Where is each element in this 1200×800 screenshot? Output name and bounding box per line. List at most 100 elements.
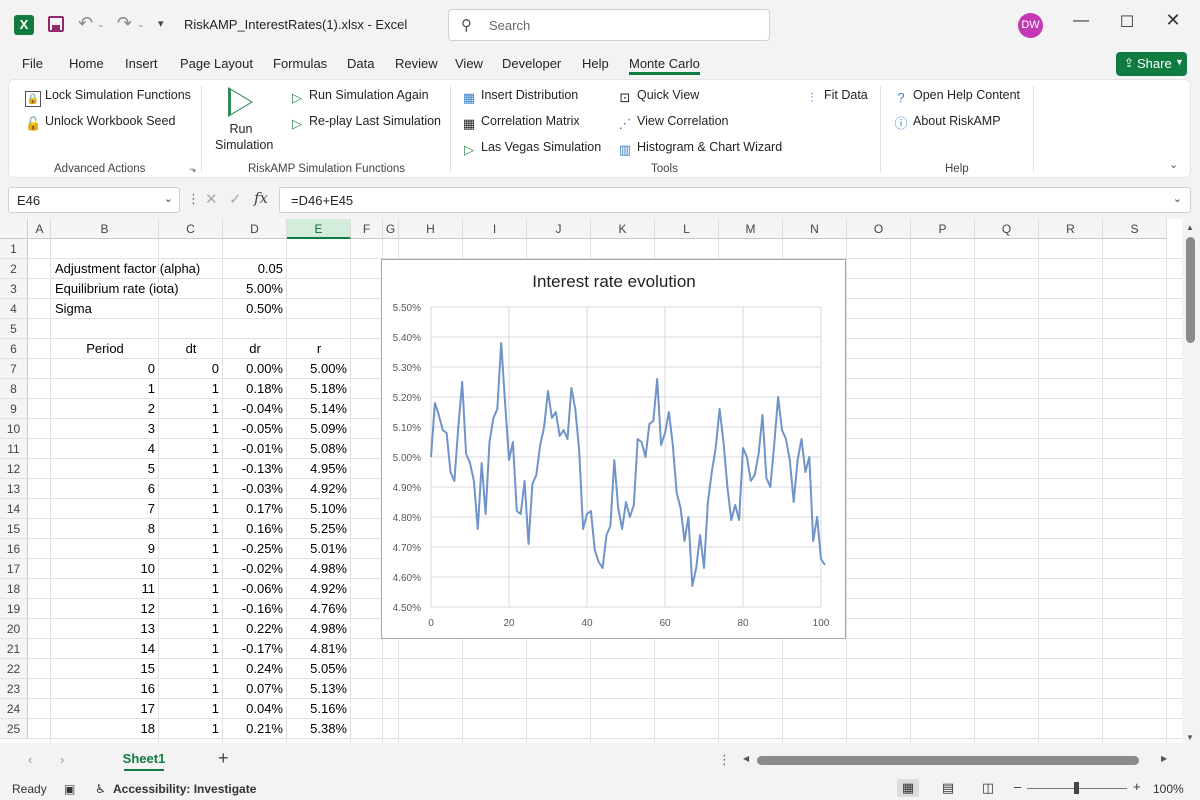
vertical-scrollbar[interactable]: ▲ ▼ bbox=[1182, 219, 1200, 745]
param-value-cell[interactable]: 5.00% bbox=[227, 279, 283, 299]
customize-toolbar-icon[interactable]: ▾ bbox=[158, 17, 164, 30]
table-cell[interactable]: 1 bbox=[163, 719, 219, 739]
table-cell[interactable]: -0.04% bbox=[227, 399, 283, 419]
table-cell[interactable]: 1 bbox=[163, 399, 219, 419]
tab-monte-carlo[interactable]: Monte Carlo bbox=[629, 56, 700, 75]
zoom-in-icon[interactable]: + bbox=[1133, 779, 1141, 794]
fit-data-button[interactable]: ⫶ Fit Data bbox=[804, 88, 867, 106]
table-cell[interactable]: 5.08% bbox=[291, 439, 347, 459]
prev-sheet-icon[interactable]: ‹ bbox=[28, 752, 32, 767]
table-cell[interactable]: 4.95% bbox=[291, 459, 347, 479]
table-cell[interactable]: 16 bbox=[55, 679, 155, 699]
table-cell[interactable]: 0.07% bbox=[227, 679, 283, 699]
table-cell[interactable]: 5.38% bbox=[291, 719, 347, 739]
table-cell[interactable]: -0.25% bbox=[227, 539, 283, 559]
table-cell[interactable]: 4.92% bbox=[291, 479, 347, 499]
row-header-2[interactable]: 2 bbox=[0, 259, 28, 279]
table-cell[interactable]: 1 bbox=[163, 459, 219, 479]
normal-view-icon[interactable]: ▦ bbox=[897, 779, 919, 797]
row-header-11[interactable]: 11 bbox=[0, 439, 28, 459]
row-header-13[interactable]: 13 bbox=[0, 479, 28, 499]
row-header-8[interactable]: 8 bbox=[0, 379, 28, 399]
table-cell[interactable]: 4 bbox=[55, 439, 155, 459]
row-header-17[interactable]: 17 bbox=[0, 559, 28, 579]
table-cell[interactable]: 4.98% bbox=[291, 619, 347, 639]
scroll-left-icon[interactable]: ◀ bbox=[743, 754, 749, 763]
tab-data[interactable]: Data bbox=[347, 56, 374, 71]
accessibility-icon[interactable]: ♿︎ bbox=[95, 782, 106, 796]
table-cell[interactable]: 5.18% bbox=[291, 379, 347, 399]
column-header-a[interactable]: A bbox=[29, 219, 51, 239]
unlock-workbook-seed-button[interactable]: 🔓 Unlock Workbook Seed bbox=[25, 114, 175, 132]
table-cell[interactable]: 0.00% bbox=[227, 359, 283, 379]
table-cell[interactable]: 1 bbox=[163, 519, 219, 539]
table-cell[interactable]: 3 bbox=[55, 419, 155, 439]
table-cell[interactable]: 1 bbox=[163, 579, 219, 599]
column-header-m[interactable]: M bbox=[719, 219, 783, 239]
table-cell[interactable]: 5.25% bbox=[291, 519, 347, 539]
name-box[interactable]: E46 ⌄ bbox=[8, 187, 180, 213]
table-cell[interactable]: 5.05% bbox=[291, 659, 347, 679]
save-icon[interactable] bbox=[48, 16, 64, 32]
table-cell[interactable]: 7 bbox=[55, 499, 155, 519]
table-cell[interactable]: 4.81% bbox=[291, 639, 347, 659]
table-cell[interactable]: 0.22% bbox=[227, 619, 283, 639]
table-cell[interactable]: 4.76% bbox=[291, 599, 347, 619]
table-cell[interactable]: 1 bbox=[163, 379, 219, 399]
close-icon[interactable]: ✕ bbox=[1150, 10, 1196, 31]
table-cell[interactable]: -0.05% bbox=[227, 419, 283, 439]
page-break-view-icon[interactable]: ◫ bbox=[977, 779, 999, 797]
las-vegas-simulation-button[interactable]: ▷ Las Vegas Simulation bbox=[461, 140, 601, 158]
table-cell[interactable]: 5.16% bbox=[291, 699, 347, 719]
table-cell[interactable]: 13 bbox=[55, 619, 155, 639]
column-header-f[interactable]: F bbox=[351, 219, 383, 239]
table-cell[interactable]: 2 bbox=[55, 399, 155, 419]
table-cell[interactable]: 1 bbox=[163, 699, 219, 719]
table-cell[interactable]: 5 bbox=[55, 459, 155, 479]
add-sheet-button[interactable]: + bbox=[218, 748, 229, 769]
row-header-20[interactable]: 20 bbox=[0, 619, 28, 639]
table-cell[interactable]: 5.00% bbox=[291, 359, 347, 379]
row-header-4[interactable]: 4 bbox=[0, 299, 28, 319]
enter-icon[interactable]: ✓ bbox=[229, 190, 242, 208]
table-cell[interactable]: 4.92% bbox=[291, 579, 347, 599]
table-cell[interactable]: 0.16% bbox=[227, 519, 283, 539]
table-cell[interactable]: 1 bbox=[163, 559, 219, 579]
table-cell[interactable]: 0.24% bbox=[227, 659, 283, 679]
open-help-content-button[interactable]: ? Open Help Content bbox=[893, 88, 1020, 106]
insert-distribution-button[interactable]: ▦ Insert Distribution bbox=[461, 88, 578, 106]
table-cell[interactable]: -0.17% bbox=[227, 639, 283, 659]
row-header-5[interactable]: 5 bbox=[0, 319, 28, 339]
table-cell[interactable]: 5.13% bbox=[291, 679, 347, 699]
worksheet-grid[interactable]: ABCDEFGHIJKLMNOPQRS 1 2 3 4 5 6 7 8 9 10 11 12 13 14 1… bbox=[0, 219, 1182, 743]
table-cell[interactable]: 15 bbox=[55, 659, 155, 679]
correlation-matrix-button[interactable]: ▦ Correlation Matrix bbox=[461, 114, 580, 132]
page-layout-view-icon[interactable]: ▤ bbox=[937, 779, 959, 797]
table-cell[interactable]: 1 bbox=[163, 439, 219, 459]
table-cell[interactable]: 4.98% bbox=[291, 559, 347, 579]
param-value-cell[interactable]: 0.50% bbox=[227, 299, 283, 319]
tab-review[interactable]: Review bbox=[395, 56, 438, 71]
tab-view[interactable]: View bbox=[455, 56, 483, 71]
column-header-e[interactable]: E bbox=[287, 219, 351, 239]
table-cell[interactable]: 1 bbox=[163, 479, 219, 499]
table-cell[interactable]: 1 bbox=[163, 619, 219, 639]
share-button[interactable]: ⇪ Share ▼ bbox=[1116, 52, 1187, 76]
row-header-1[interactable]: 1 bbox=[0, 239, 28, 259]
sheet-tab-sheet1[interactable]: Sheet1 bbox=[118, 747, 170, 771]
table-cell[interactable]: 17 bbox=[55, 699, 155, 719]
table-cell[interactable]: 14 bbox=[55, 639, 155, 659]
tab-formulas[interactable]: Formulas bbox=[273, 56, 327, 71]
table-cell[interactable]: 0.04% bbox=[227, 699, 283, 719]
avatar[interactable]: DW bbox=[1018, 13, 1043, 38]
column-header-d[interactable]: D bbox=[223, 219, 287, 239]
table-cell[interactable]: 1 bbox=[163, 639, 219, 659]
table-cell[interactable]: 1 bbox=[163, 539, 219, 559]
row-header-7[interactable]: 7 bbox=[0, 359, 28, 379]
scroll-up-icon[interactable]: ▲ bbox=[1186, 223, 1194, 232]
zoom-out-icon[interactable]: – bbox=[1014, 779, 1021, 794]
scroll-right-icon[interactable]: ▶ bbox=[1161, 754, 1167, 763]
dialog-launcher-icon[interactable]: ⬎ bbox=[189, 164, 197, 175]
table-cell[interactable]: 1 bbox=[55, 379, 155, 399]
table-cell[interactable]: 5.09% bbox=[291, 419, 347, 439]
